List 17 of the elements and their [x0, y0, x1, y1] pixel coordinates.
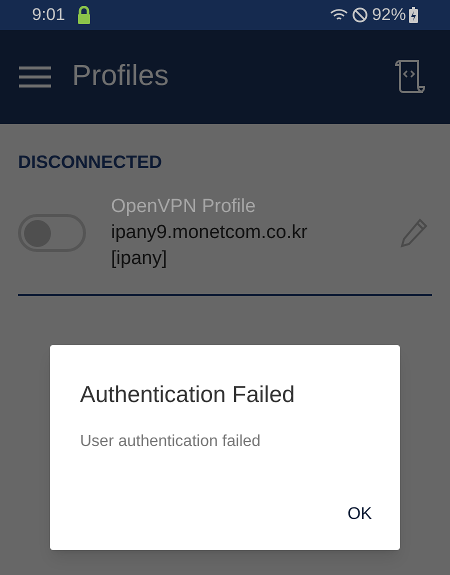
menu-icon[interactable] [18, 65, 52, 89]
section-heading: DISCONNECTED [18, 151, 164, 174]
ok-button[interactable]: OK [337, 496, 382, 530]
toggle-switch[interactable] [18, 214, 86, 252]
script-scroll-icon[interactable] [394, 59, 426, 95]
dialog-title: Authentication Failed [80, 380, 296, 409]
battery-icon [409, 7, 418, 23]
lock-icon [77, 6, 92, 24]
clock: 9:01 [32, 4, 66, 26]
do-not-disturb-icon [352, 7, 368, 23]
dialog-message: User authentication failed [80, 432, 262, 452]
battery-percent: 92% [372, 4, 406, 26]
wifi-icon [330, 8, 348, 22]
profile-user: [ipany] [111, 247, 168, 271]
app-bar-title: Profiles [72, 59, 169, 94]
profile-server: ipany9.monetcom.co.kr [111, 221, 308, 245]
profile-name: OpenVPN Profile [111, 195, 257, 219]
